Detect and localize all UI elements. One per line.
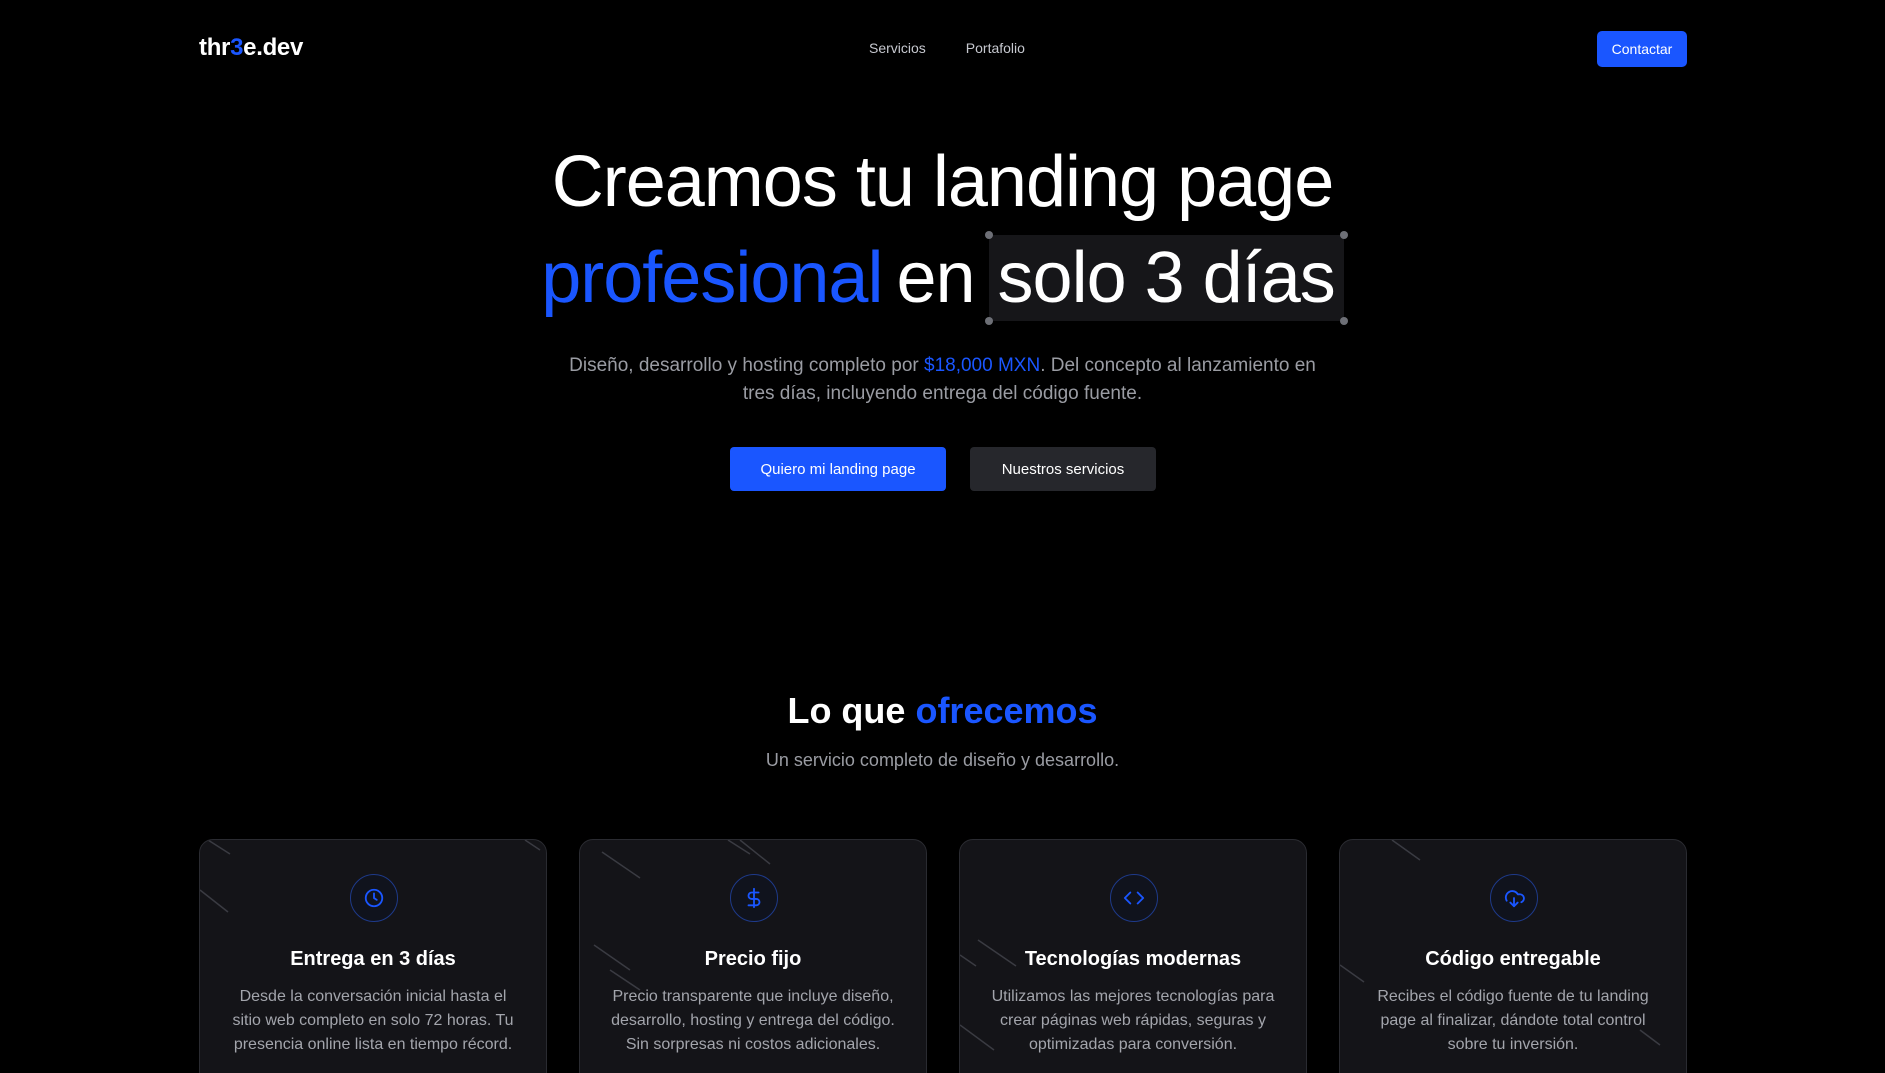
clock-icon	[350, 874, 398, 922]
services-title-accent: ofrecemos	[915, 690, 1098, 731]
card-title: Precio fijo	[704, 948, 802, 970]
logo-prefix: thr	[199, 34, 231, 61]
contact-button[interactable]: Contactar	[1597, 31, 1687, 67]
hero-accent-word: profesional	[541, 238, 883, 318]
selection-handle	[984, 231, 993, 239]
hero-connector-word: en	[896, 238, 975, 318]
hero-highlight-box: solo 3 días	[984, 231, 1348, 325]
hero-subtitle: Diseño, desarrollo y hosting completo po…	[560, 352, 1325, 408]
services-subtitle: Un servicio completo de diseño y desarro…	[765, 750, 1120, 770]
selection-handle	[1339, 317, 1348, 325]
service-card-code: Código entregable Recibes el código fuen…	[1339, 839, 1687, 1073]
nav-link-portafolio[interactable]: Portafolio	[966, 40, 1025, 56]
card-title: Entrega en 3 días	[290, 948, 456, 970]
services-title-plain: Lo que	[787, 690, 916, 731]
cta-primary-button[interactable]: Quiero mi landing page	[730, 447, 946, 491]
service-card-tech: Tecnologías modernas Utilizamos las mejo…	[959, 839, 1307, 1073]
card-description: Utilizamos las mejores tecnologías para …	[991, 988, 1275, 1053]
dollar-icon	[730, 874, 778, 922]
card-title: Código entregable	[1425, 948, 1601, 970]
selection-handle	[984, 317, 993, 325]
brand-logo[interactable]: thr3e.dev	[199, 34, 303, 62]
logo-suffix: e.dev	[243, 34, 304, 61]
hero-sub-before: Diseño, desarrollo y hosting completo po…	[569, 355, 924, 376]
nav-link-servicios[interactable]: Servicios	[869, 40, 926, 56]
hero-price: $18,000 MXN	[924, 355, 1041, 376]
card-description: Precio transparente que incluye diseño, …	[611, 988, 895, 1053]
cloud-download-icon	[1490, 874, 1538, 922]
card-title: Tecnologías modernas	[1024, 948, 1242, 970]
hero-highlight-text: solo 3 días	[997, 238, 1336, 318]
service-card-price: Precio fijo Precio transparente que incl…	[579, 839, 927, 1073]
services-title: Lo que ofrecemos	[0, 690, 1885, 732]
hero-title-line2: profesional en solo 3 días	[0, 231, 1885, 325]
card-description: Desde la conversación inicial hasta el s…	[232, 988, 514, 1053]
hero-title-line1: Creamos tu landing page	[551, 142, 1335, 222]
service-card-delivery: Entrega en 3 días Desde la conversación …	[199, 839, 547, 1073]
code-icon	[1110, 874, 1158, 922]
cta-secondary-button[interactable]: Nuestros servicios	[970, 447, 1156, 491]
card-description: Recibes el código fuente de tu landing p…	[1377, 988, 1649, 1053]
nav-links: Servicios Portafolio	[869, 40, 1025, 56]
top-navbar: thr3e.dev Servicios Portafolio Contactar	[0, 0, 1885, 98]
selection-handle	[1339, 231, 1348, 239]
logo-accent: 3	[230, 34, 244, 61]
